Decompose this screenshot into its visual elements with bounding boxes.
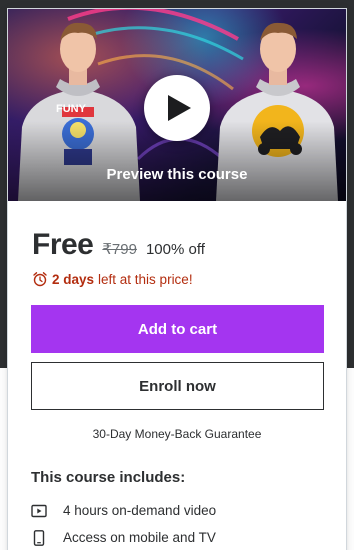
timer-text: left at this price! — [98, 271, 193, 287]
includes-item-label: Access on mobile and TV — [63, 530, 216, 545]
discount-percentage: 100% off — [145, 241, 205, 258]
mobile-icon — [31, 529, 47, 546]
add-to-cart-button[interactable]: Add to cart — [31, 305, 324, 353]
play-button[interactable] — [144, 75, 210, 141]
page: FUNY Preview this course Free ₹799 100% … — [0, 0, 354, 550]
includes-list: 4 hours on-demand video Access on mobile… — [31, 497, 331, 550]
video-icon — [31, 503, 47, 519]
includes-item-label: 4 hours on-demand video — [63, 503, 217, 518]
shirt-graphic-text: FUNY — [56, 103, 87, 115]
preview-label: Preview this course — [106, 166, 248, 183]
includes-item-mobile: Access on mobile and TV — [31, 524, 331, 550]
price-row: Free ₹799 100% off — [32, 228, 205, 262]
play-icon — [168, 95, 191, 121]
money-back-guarantee: 30-Day Money-Back Guarantee — [92, 427, 262, 441]
purchase-sidebar-card: FUNY Preview this course Free ₹799 100% … — [7, 8, 347, 550]
includes-item-video: 4 hours on-demand video — [31, 497, 331, 524]
price-timer: 2 days left at this price! — [32, 270, 193, 288]
enroll-now-button[interactable]: Enroll now — [31, 362, 324, 410]
current-price: Free — [32, 228, 94, 261]
timer-days: 2 days — [52, 271, 95, 287]
alarm-clock-icon — [33, 272, 47, 287]
course-preview[interactable]: FUNY Preview this course — [8, 9, 346, 201]
includes-title: This course includes: — [31, 469, 186, 486]
original-price: ₹799 — [102, 241, 137, 258]
